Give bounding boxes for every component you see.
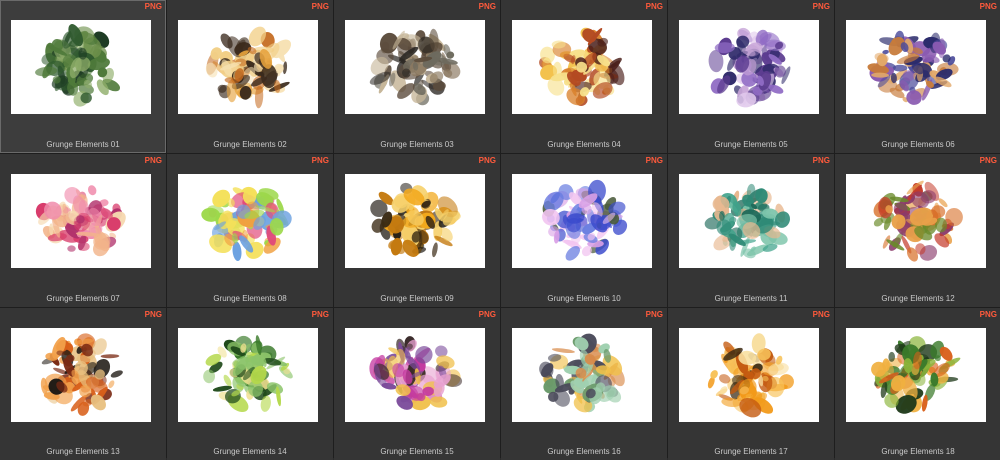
thumbnail-filename: Grunge Elements 03 bbox=[380, 140, 454, 149]
thumbnail-filename: Grunge Elements 09 bbox=[380, 294, 454, 303]
thumbnail-filename: Grunge Elements 16 bbox=[547, 447, 621, 456]
thumbnail-image[interactable] bbox=[11, 20, 151, 114]
thumbnail-filename: Grunge Elements 08 bbox=[213, 294, 287, 303]
thumbnail-image[interactable] bbox=[178, 174, 318, 268]
thumbnail-tile[interactable]: PNG Grunge Elements 16 bbox=[501, 308, 667, 460]
thumbnail-tile[interactable]: PNG Grunge Elements 17 bbox=[668, 308, 834, 460]
grunge-splatter-image bbox=[370, 182, 461, 258]
file-type-badge: PNG bbox=[645, 156, 663, 165]
thumbnail-grid: PNG Grunge Elements 01 PNG Grunge Elements … bbox=[0, 0, 1000, 460]
thumbnail-tile[interactable]: PNG Grunge Elements 05 bbox=[668, 0, 834, 153]
file-type-badge: PNG bbox=[645, 2, 663, 11]
grunge-splatter-image bbox=[539, 27, 625, 106]
thumbnail-filename: Grunge Elements 04 bbox=[547, 140, 621, 149]
grunge-splatter-image bbox=[871, 336, 961, 414]
thumbnail-tile[interactable]: PNG Grunge Elements 15 bbox=[334, 308, 500, 460]
file-type-badge: PNG bbox=[979, 2, 997, 11]
thumbnail-image[interactable] bbox=[846, 20, 986, 114]
thumbnail-tile[interactable]: PNG Grunge Elements 18 bbox=[835, 308, 1000, 460]
thumbnail-tile[interactable]: PNG Grunge Elements 01 bbox=[0, 0, 166, 153]
file-type-badge: PNG bbox=[144, 156, 162, 165]
thumbnail-filename: Grunge Elements 17 bbox=[714, 447, 788, 456]
grunge-splatter-image bbox=[205, 26, 292, 109]
file-type-badge: PNG bbox=[478, 310, 496, 319]
thumbnail-filename: Grunge Elements 15 bbox=[380, 447, 454, 456]
file-type-badge: PNG bbox=[311, 156, 329, 165]
thumbnail-tile[interactable]: PNG Grunge Elements 14 bbox=[167, 308, 333, 460]
thumbnail-image[interactable] bbox=[846, 174, 986, 268]
file-type-badge: PNG bbox=[144, 2, 162, 11]
grunge-splatter-image bbox=[40, 333, 123, 416]
thumbnail-filename: Grunge Elements 02 bbox=[213, 140, 287, 149]
grunge-splatter-image bbox=[704, 183, 790, 259]
thumbnail-image[interactable] bbox=[11, 174, 151, 268]
grunge-splatter-image bbox=[707, 333, 794, 418]
file-type-badge: PNG bbox=[645, 310, 663, 319]
grunge-splatter-image bbox=[203, 335, 293, 413]
thumbnail-image[interactable] bbox=[345, 328, 485, 422]
thumbnail-image[interactable] bbox=[178, 328, 318, 422]
file-type-badge: PNG bbox=[812, 2, 830, 11]
grunge-splatter-image bbox=[369, 28, 461, 106]
thumbnail-image[interactable] bbox=[679, 20, 819, 114]
thumbnail-tile[interactable]: PNG Grunge Elements 13 bbox=[0, 308, 166, 460]
grunge-splatter-image bbox=[35, 185, 126, 257]
thumbnail-tile[interactable]: PNG Grunge Elements 07 bbox=[0, 154, 166, 307]
thumbnail-image[interactable] bbox=[178, 20, 318, 114]
thumbnail-filename: Grunge Elements 06 bbox=[881, 140, 955, 149]
file-type-badge: PNG bbox=[311, 310, 329, 319]
thumbnail-filename: Grunge Elements 05 bbox=[714, 140, 788, 149]
thumbnail-tile[interactable]: PNG Grunge Elements 12 bbox=[835, 154, 1000, 307]
thumbnail-image[interactable] bbox=[345, 20, 485, 114]
thumbnail-filename: Grunge Elements 18 bbox=[881, 447, 955, 456]
thumbnail-image[interactable] bbox=[512, 20, 652, 114]
file-type-badge: PNG bbox=[979, 156, 997, 165]
thumbnail-tile[interactable]: PNG Grunge Elements 04 bbox=[501, 0, 667, 153]
grunge-splatter-image bbox=[539, 333, 625, 413]
file-type-badge: PNG bbox=[812, 156, 830, 165]
grunge-splatter-image bbox=[708, 27, 791, 108]
thumbnail-tile[interactable]: PNG Grunge Elements 11 bbox=[668, 154, 834, 307]
thumbnail-filename: Grunge Elements 14 bbox=[213, 447, 287, 456]
file-type-badge: PNG bbox=[311, 2, 329, 11]
grunge-splatter-image bbox=[867, 30, 959, 105]
grunge-splatter-image bbox=[35, 24, 121, 107]
file-type-badge: PNG bbox=[979, 310, 997, 319]
thumbnail-tile[interactable]: PNG Grunge Elements 06 bbox=[835, 0, 1000, 153]
thumbnail-image[interactable] bbox=[11, 328, 151, 422]
file-type-badge: PNG bbox=[478, 2, 496, 11]
grunge-splatter-image bbox=[201, 186, 292, 262]
thumbnail-tile[interactable]: PNG Grunge Elements 09 bbox=[334, 154, 500, 307]
thumbnail-image[interactable] bbox=[846, 328, 986, 422]
thumbnail-tile[interactable]: PNG Grunge Elements 03 bbox=[334, 0, 500, 153]
file-type-badge: PNG bbox=[478, 156, 496, 165]
grunge-splatter-image bbox=[542, 179, 628, 261]
thumbnail-filename: Grunge Elements 11 bbox=[714, 294, 788, 303]
thumbnail-filename: Grunge Elements 10 bbox=[547, 294, 621, 303]
thumbnail-tile[interactable]: PNG Grunge Elements 08 bbox=[167, 154, 333, 307]
grunge-splatter-image bbox=[369, 336, 463, 411]
thumbnail-tile[interactable]: PNG Grunge Elements 10 bbox=[501, 154, 667, 307]
thumbnail-tile[interactable]: PNG Grunge Elements 02 bbox=[167, 0, 333, 153]
thumbnail-image[interactable] bbox=[679, 174, 819, 268]
thumbnail-filename: Grunge Elements 01 bbox=[46, 140, 120, 149]
file-type-badge: PNG bbox=[144, 310, 162, 319]
thumbnail-filename: Grunge Elements 13 bbox=[46, 447, 120, 456]
thumbnail-filename: Grunge Elements 07 bbox=[46, 294, 120, 303]
thumbnail-image[interactable] bbox=[679, 328, 819, 422]
grunge-splatter-image bbox=[873, 180, 963, 262]
file-type-badge: PNG bbox=[812, 310, 830, 319]
thumbnail-image[interactable] bbox=[345, 174, 485, 268]
thumbnail-filename: Grunge Elements 12 bbox=[881, 294, 955, 303]
thumbnail-image[interactable] bbox=[512, 174, 652, 268]
thumbnail-image[interactable] bbox=[512, 328, 652, 422]
